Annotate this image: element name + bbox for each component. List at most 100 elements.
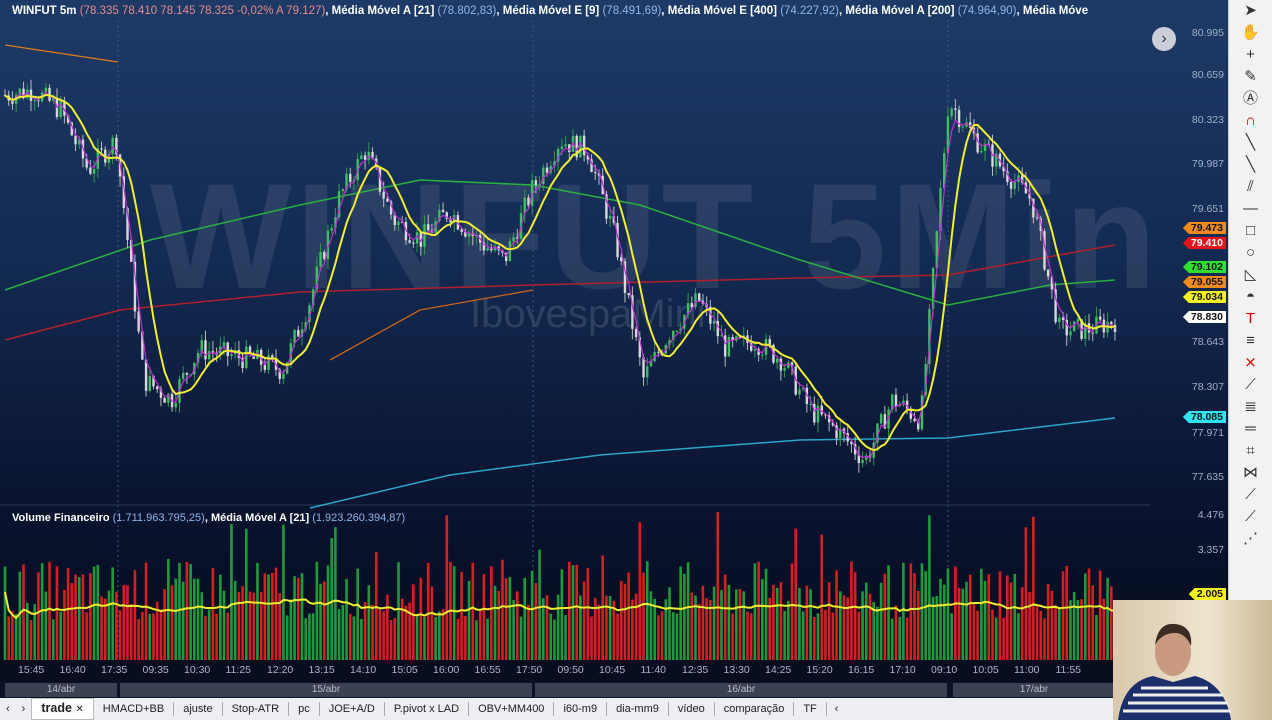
text-icon[interactable]: T	[1229, 308, 1272, 330]
line-icon[interactable]: ╲	[1229, 132, 1272, 154]
magnet-icon[interactable]: ∩	[1229, 110, 1272, 132]
volume-bar	[950, 613, 953, 660]
cursor-icon[interactable]: ➤	[1229, 0, 1272, 22]
ellipse-icon[interactable]: ○	[1229, 242, 1272, 264]
price-tick: 78.643	[1191, 336, 1224, 348]
volume-bar	[282, 524, 285, 660]
volume-bar	[7, 616, 11, 660]
volume-bar	[311, 613, 315, 660]
volume-bar	[686, 562, 690, 660]
fan-s-icon[interactable]: ⟋	[1229, 506, 1272, 528]
pitchfork-icon[interactable]: ≣	[1229, 396, 1272, 418]
candle-body	[1072, 321, 1076, 332]
volume-bar	[590, 616, 593, 660]
volume-bar	[764, 568, 768, 660]
candle-body	[1058, 317, 1061, 323]
volume-bar	[564, 615, 567, 660]
diagonal-lines-icon[interactable]: ⋰	[1229, 528, 1272, 550]
rectangle-icon[interactable]: □	[1229, 220, 1272, 242]
tab-stop-atr[interactable]: Stop-ATR	[223, 702, 290, 716]
hand-icon[interactable]: ✋	[1229, 22, 1272, 44]
candle-body	[137, 311, 140, 332]
pattern-icon[interactable]: ⌗	[1229, 440, 1272, 462]
volume-bar	[141, 611, 144, 660]
arc-icon[interactable]: ◓	[1229, 286, 1272, 308]
tab-pc[interactable]: pc	[289, 702, 320, 716]
edit-icon[interactable]: ✎	[1229, 66, 1272, 88]
volume-bar	[675, 613, 679, 660]
volume-bar	[616, 613, 619, 660]
volume-bar	[159, 609, 163, 660]
candle-body	[675, 330, 679, 332]
volume-bar	[965, 581, 968, 660]
tab-comparacao[interactable]: comparação	[715, 702, 795, 716]
volume-bar	[549, 613, 553, 660]
candle-body	[144, 359, 148, 391]
fibonacci-arc-icon[interactable]: ⨯	[1229, 352, 1272, 374]
volume-bar	[319, 583, 322, 660]
volume-bar	[445, 515, 449, 660]
channel-icon[interactable]: ≡	[1229, 330, 1272, 352]
volume-bar	[560, 569, 564, 660]
candle-body	[360, 155, 363, 159]
tabs-next-icon[interactable]: ›	[16, 703, 32, 715]
fan-f-icon[interactable]: ⟋	[1229, 374, 1272, 396]
parallel-lines-icon[interactable]: ⫽	[1229, 176, 1272, 198]
tab-tf[interactable]: TF	[794, 702, 827, 716]
price-tag-ma: 79.034	[1182, 291, 1226, 303]
tab-i60-m9[interactable]: i60-m9	[554, 702, 608, 716]
candle-body	[74, 135, 77, 145]
volume-bar	[374, 551, 378, 660]
tab-ppivot-lad[interactable]: P.pivot x LAD	[385, 702, 470, 716]
volume-bar	[133, 570, 137, 660]
time-label: 11:55	[1055, 664, 1082, 676]
price-chart[interactable]: WINFUT 5Min IbovespaMini WINFUT 5m (78.3…	[0, 0, 1228, 660]
candle-body	[724, 335, 727, 357]
volume-bar	[1098, 570, 1102, 660]
candle-body	[111, 137, 114, 155]
volume-bar	[623, 583, 627, 660]
volume-bar	[163, 589, 166, 660]
volume-bar	[1084, 573, 1087, 660]
tabs-scroll-left-icon[interactable]: ‹	[827, 703, 847, 715]
time-axis[interactable]: 15:45 16:40 17:35 09:35 10:30 11:25 12:20 13:15…	[0, 660, 1115, 682]
x-pattern-icon[interactable]: ⋈	[1229, 462, 1272, 484]
volume-bar	[738, 588, 742, 660]
tab-joe-ad[interactable]: JOE+A/D	[320, 702, 385, 716]
volume-bar	[189, 564, 192, 660]
equal-lines-icon[interactable]: ═	[1229, 418, 1272, 440]
tab-trade[interactable]: trade ✕	[31, 698, 94, 720]
volume-bar	[972, 604, 976, 660]
tab-video[interactable]: vídeo	[669, 702, 715, 716]
close-icon[interactable]: ✕	[75, 704, 83, 715]
candle-body	[467, 233, 471, 237]
volume-bar	[219, 574, 222, 660]
volume-bar	[389, 619, 393, 660]
tab-hmacd-bb[interactable]: HMACD+BB	[94, 702, 175, 716]
text-box-icon[interactable]: Ⓐ	[1229, 88, 1272, 110]
time-label: 15:45	[18, 664, 45, 676]
ma5-name: Média Móve	[1022, 5, 1089, 17]
fan-icon[interactable]: ⟋	[1229, 484, 1272, 506]
price-tag-ma: 78.085	[1182, 411, 1226, 423]
candle-body	[775, 358, 779, 363]
volume-bar	[256, 562, 259, 660]
ma-orange-2	[329, 289, 534, 361]
tab-dia-mm9[interactable]: dia-mm9	[607, 702, 669, 716]
time-label: 10:05	[972, 664, 999, 676]
tab-ajuste[interactable]: ajuste	[174, 702, 223, 716]
tabs-prev-icon[interactable]: ‹	[0, 703, 16, 715]
volume-bar	[627, 572, 630, 660]
volume-bar	[178, 562, 181, 660]
tab-obv-mm400[interactable]: OBV+MM400	[469, 702, 555, 716]
volume-bar	[285, 615, 289, 660]
candle-body	[341, 189, 345, 192]
segment-icon[interactable]: ╲	[1229, 154, 1272, 176]
crosshair-icon[interactable]: +	[1229, 44, 1272, 66]
candle-body	[798, 389, 801, 395]
triangle-icon[interactable]: ◺	[1229, 264, 1272, 286]
horizontal-line-icon[interactable]: —	[1229, 198, 1272, 220]
volume-bar	[534, 583, 538, 660]
price-axis[interactable]: 80.995 80.659 80.323 79.987 79.651 78.64…	[1150, 0, 1228, 660]
candle-body	[230, 354, 233, 357]
